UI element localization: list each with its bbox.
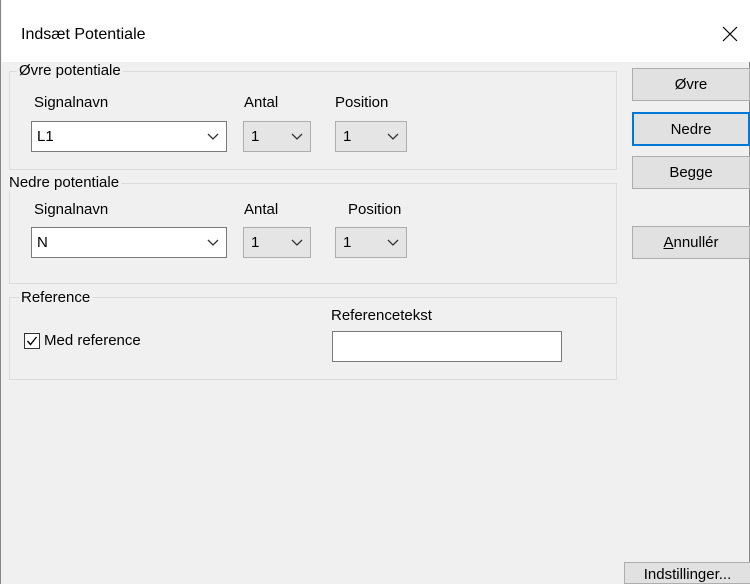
chevron-down-icon xyxy=(380,228,406,257)
reference-checkbox[interactable] xyxy=(24,333,40,349)
reference-group-label: Reference xyxy=(19,289,93,306)
lower-position-label: Position xyxy=(348,201,402,218)
close-button[interactable] xyxy=(710,14,750,54)
both-button[interactable]: Begge xyxy=(632,156,750,189)
lower-signal-value: N xyxy=(37,234,48,251)
cancel-button[interactable]: Annullér xyxy=(632,226,750,259)
chevron-down-icon xyxy=(284,122,310,151)
reference-checkbox-label[interactable]: Med reference xyxy=(44,332,141,349)
lower-count-value: 1 xyxy=(251,234,260,251)
lower-potential-group-label: Nedre potentiale xyxy=(7,174,122,191)
settings-button[interactable]: Indstillinger... xyxy=(624,562,750,584)
dialog-window: Indsæt Potentiale Øvre potentiale Signal… xyxy=(0,0,750,584)
both-button-label: Begge xyxy=(669,164,713,181)
upper-button[interactable]: Øvre xyxy=(632,68,750,101)
chevron-down-icon xyxy=(380,122,406,151)
reference-text-input[interactable] xyxy=(332,331,562,362)
lower-signal-label: Signalnavn xyxy=(34,201,109,218)
upper-signal-combobox[interactable]: L1 xyxy=(31,121,227,152)
upper-position-select[interactable]: 1 xyxy=(335,121,407,152)
checkmark-icon xyxy=(26,336,38,346)
upper-position-label: Position xyxy=(335,94,389,111)
lower-signal-combobox[interactable]: N xyxy=(31,227,227,258)
upper-button-label: Øvre xyxy=(674,76,708,93)
lower-position-value: 1 xyxy=(343,234,352,251)
title-bar: Indsæt Potentiale xyxy=(2,0,750,62)
upper-potential-group-label: Øvre potentiale xyxy=(17,62,123,79)
lower-button-label: Nedre xyxy=(670,120,712,138)
upper-position-value: 1 xyxy=(343,128,352,145)
upper-count-label: Antal xyxy=(244,94,279,111)
lower-count-label: Antal xyxy=(244,201,279,218)
upper-signal-value: L1 xyxy=(37,128,54,145)
lower-position-select[interactable]: 1 xyxy=(335,227,407,258)
dialog-title: Indsæt Potentiale xyxy=(21,26,146,43)
upper-count-select[interactable]: 1 xyxy=(243,121,311,152)
upper-signal-label: Signalnavn xyxy=(34,94,109,111)
lower-button[interactable]: Nedre xyxy=(632,112,750,146)
cancel-button-label: Annullér xyxy=(663,234,719,251)
chevron-down-icon xyxy=(200,228,226,257)
chevron-down-icon xyxy=(200,122,226,151)
lower-count-select[interactable]: 1 xyxy=(243,227,311,258)
close-icon xyxy=(722,26,738,42)
chevron-down-icon xyxy=(284,228,310,257)
reference-text-label: Referencetekst xyxy=(331,307,432,324)
settings-button-label: Indstillinger... xyxy=(643,566,732,583)
upper-count-value: 1 xyxy=(251,128,260,145)
